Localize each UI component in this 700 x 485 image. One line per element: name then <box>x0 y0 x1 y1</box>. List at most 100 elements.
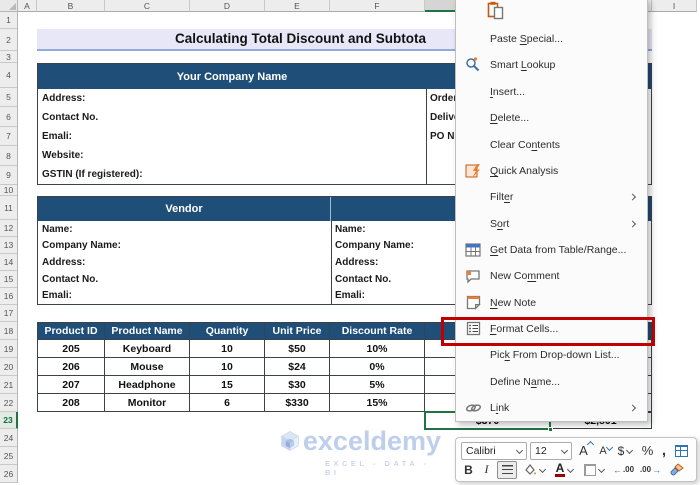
row-header-6[interactable]: 6 <box>0 107 18 127</box>
table-cell[interactable]: Keyboard <box>105 340 190 358</box>
menu-item-paste-special[interactable]: Paste Special... <box>456 26 647 52</box>
vendor-field-row[interactable]: Address: <box>38 254 331 271</box>
fill-color-button[interactable] <box>521 461 547 479</box>
menu-item-new-note[interactable]: New Note <box>456 289 647 315</box>
row-header-24[interactable]: 24 <box>0 429 18 447</box>
row-header-9[interactable]: 9 <box>0 166 18 185</box>
row-header-11[interactable]: 11 <box>0 196 18 220</box>
table-cell[interactable]: 5% <box>330 376 425 394</box>
column-header-C[interactable]: C <box>105 0 190 12</box>
shrink-font-button[interactable]: A <box>595 442 614 460</box>
format-painter-button[interactable] <box>667 461 687 479</box>
row-header-17[interactable]: 17 <box>0 305 18 322</box>
font-name-combo[interactable]: Calibri <box>461 441 527 460</box>
column-header-I[interactable]: I <box>652 0 697 12</box>
vendor-field-row[interactable]: Name: <box>38 221 331 238</box>
row-header-8[interactable]: 8 <box>0 146 18 166</box>
table-cell[interactable]: Headphone <box>105 376 190 394</box>
column-header-quantity[interactable]: Quantity <box>190 322 265 340</box>
menu-item-filter[interactable]: Filter <box>456 184 647 210</box>
table-cell[interactable]: $330 <box>265 394 330 412</box>
menu-paste-options-row[interactable] <box>456 1 647 26</box>
table-cell[interactable]: Mouse <box>105 358 190 376</box>
comma-style-button[interactable]: , <box>659 442 669 460</box>
table-cell[interactable]: 10 <box>190 340 265 358</box>
row-header-23[interactable]: 23 <box>0 412 18 429</box>
menu-item-link[interactable]: Link <box>456 395 647 421</box>
column-header-unit-price[interactable]: Unit Price <box>265 322 330 340</box>
grow-font-button[interactable]: A <box>575 440 595 460</box>
vendor-field-row[interactable]: Emali: <box>38 287 331 304</box>
row-header-12[interactable]: 12 <box>0 220 18 237</box>
table-cell[interactable]: 10% <box>330 340 425 358</box>
column-header-F[interactable]: F <box>330 0 425 12</box>
menu-item-define-name[interactable]: Define Name... <box>456 368 647 394</box>
table-cell[interactable]: 15% <box>330 394 425 412</box>
table-cell[interactable]: $24 <box>265 358 330 376</box>
column-header-discount-rate[interactable]: Discount Rate <box>330 322 425 340</box>
increase-decimal-button[interactable]: ← .00 <box>611 461 635 479</box>
column-header-A[interactable]: A <box>18 0 37 12</box>
company-header-cell[interactable]: Your Company Name <box>38 64 426 89</box>
table-cell[interactable]: 207 <box>37 376 105 394</box>
menu-item-smart-lookup[interactable]: Smart Lookup <box>456 52 647 78</box>
row-header-20[interactable]: 20 <box>0 358 18 376</box>
row-header-1[interactable]: 1 <box>0 12 18 29</box>
row-header-2[interactable]: 2 <box>0 29 18 51</box>
table-cell[interactable]: 0% <box>330 358 425 376</box>
menu-item-insert[interactable]: Insert... <box>456 79 647 105</box>
table-cell[interactable]: 10 <box>190 358 265 376</box>
row-header-10[interactable]: 10 <box>0 185 18 196</box>
row-header-21[interactable]: 21 <box>0 376 18 394</box>
italic-button[interactable]: I <box>480 461 493 479</box>
accounting-format-button[interactable]: $ <box>614 442 636 460</box>
table-cell[interactable]: $30 <box>265 376 330 394</box>
menu-item-sort[interactable]: Sort <box>456 210 647 236</box>
row-header-16[interactable]: 16 <box>0 288 18 305</box>
column-header-B[interactable]: B <box>37 0 105 12</box>
row-header-15[interactable]: 15 <box>0 271 18 288</box>
menu-item-delete[interactable]: Delete... <box>456 105 647 131</box>
paste-icon[interactable] <box>487 1 504 25</box>
decrease-decimal-button[interactable]: .00 → <box>639 461 663 479</box>
column-header-product-id[interactable]: Product ID <box>37 322 105 340</box>
table-cell[interactable]: $50 <box>265 340 330 358</box>
table-cell[interactable]: 208 <box>37 394 105 412</box>
table-cell[interactable]: 205 <box>37 340 105 358</box>
menu-item-clear-contents[interactable]: Clear Contents <box>456 131 647 157</box>
column-header-D[interactable]: D <box>190 0 265 12</box>
row-header-25[interactable]: 25 <box>0 447 18 465</box>
format-as-table-button[interactable] <box>672 442 690 460</box>
table-cell[interactable]: 6 <box>190 394 265 412</box>
fill-handle[interactable] <box>548 427 553 432</box>
menu-item-pick-from-dropdown[interactable]: Pick From Drop-down List... <box>456 342 647 368</box>
menu-item-quick-analysis[interactable]: Quick Analysis <box>456 158 647 184</box>
row-header-3[interactable]: 3 <box>0 51 18 63</box>
row-header-22[interactable]: 22 <box>0 394 18 412</box>
percent-style-button[interactable]: % <box>639 442 656 460</box>
column-header-product-name[interactable]: Product Name <box>105 322 190 340</box>
row-header-13[interactable]: 13 <box>0 237 18 254</box>
row-header-7[interactable]: 7 <box>0 127 18 146</box>
vendor-field-row[interactable]: Company Name: <box>38 238 331 255</box>
select-all-corner[interactable] <box>0 0 18 12</box>
menu-item-new-comment[interactable]: New Comment <box>456 263 647 289</box>
row-header-5[interactable]: 5 <box>0 88 18 107</box>
font-color-button[interactable]: A <box>551 461 577 479</box>
vendor-field-row[interactable]: Contact No. <box>38 271 331 288</box>
row-header-14[interactable]: 14 <box>0 254 18 271</box>
row-header-19[interactable]: 19 <box>0 340 18 358</box>
row-header-18[interactable]: 18 <box>0 322 18 340</box>
column-header-E[interactable]: E <box>265 0 330 12</box>
bold-button[interactable]: B <box>461 461 476 479</box>
borders-button[interactable] <box>581 461 607 479</box>
align-button[interactable] <box>497 460 517 479</box>
table-cell[interactable]: 206 <box>37 358 105 376</box>
table-cell[interactable]: Monitor <box>105 394 190 412</box>
font-size-combo[interactable]: 12 <box>530 441 572 460</box>
table-cell[interactable]: 15 <box>190 376 265 394</box>
row-header-26[interactable]: 26 <box>0 465 18 483</box>
row-header-4[interactable]: 4 <box>0 63 18 88</box>
vendor-header-cell[interactable]: Vendor <box>38 197 331 221</box>
menu-item-get-data-from-table[interactable]: Get Data from Table/Range... <box>456 237 647 263</box>
